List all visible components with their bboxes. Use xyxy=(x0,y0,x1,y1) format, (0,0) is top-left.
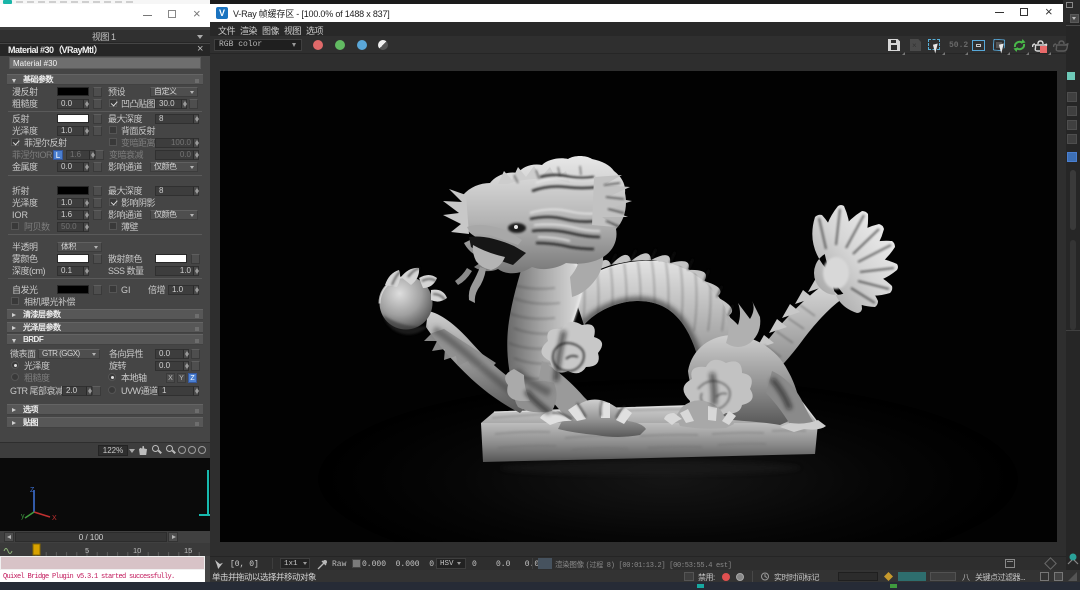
svg-text:10: 10 xyxy=(133,546,141,555)
svg-text:Z: Z xyxy=(30,487,35,494)
svg-text:15: 15 xyxy=(184,546,192,555)
svg-text:5: 5 xyxy=(85,546,89,555)
svg-text:y: y xyxy=(21,513,25,520)
svg-text:X: X xyxy=(52,515,57,522)
